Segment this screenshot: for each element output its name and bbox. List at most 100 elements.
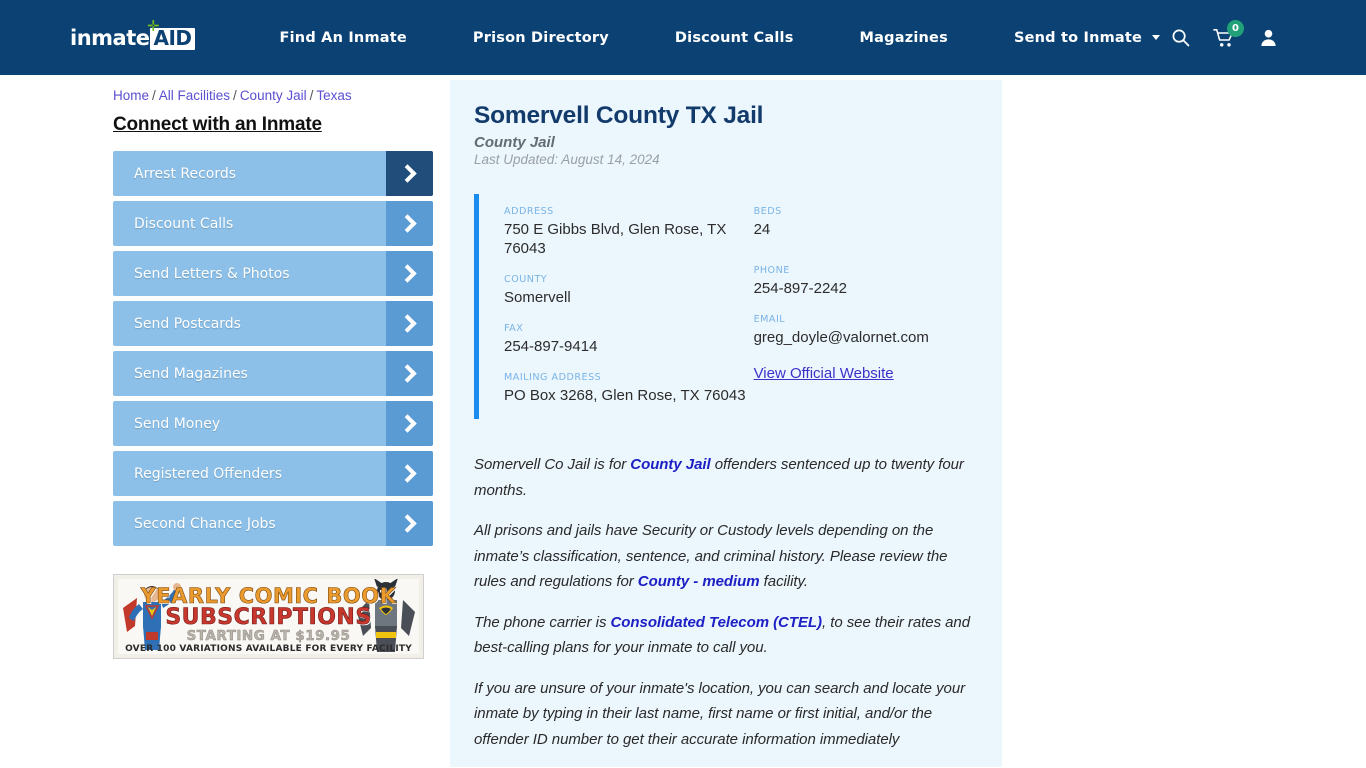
info-row-fax: FAX 254-897-9414 — [504, 323, 754, 356]
nav-item-prison-directory[interactable]: Prison Directory — [440, 30, 642, 46]
info-label: ADDRESS — [504, 206, 554, 217]
info-row-email: EMAIL greg_doyle@valornet.com — [754, 314, 978, 347]
facility-type-label: County Jail — [474, 134, 555, 151]
info-row-phone: PHONE 254-897-2242 — [754, 265, 978, 298]
nav-label: Magazines — [859, 29, 948, 46]
chevron-right-icon — [386, 451, 433, 496]
para-text: The phone carrier is — [474, 613, 611, 631]
nav-label: Discount Calls — [674, 29, 794, 46]
sidebar-item-registered-offenders[interactable]: Registered Offenders — [113, 451, 433, 496]
description-paragraph-2: All prisons and jails have Security or C… — [474, 518, 978, 595]
main-navigation: Find An Inmate Prison Directory Discount… — [247, 30, 1177, 46]
site-header: inmate AID ✛ Find An Inmate Prison Direc… — [0, 0, 1366, 75]
breadcrumb-item-county-jail[interactable]: County Jail — [240, 88, 307, 103]
phone-carrier-link[interactable]: Consolidated Telecom (CTEL) — [611, 614, 823, 631]
nav-label: Find An Inmate — [279, 29, 407, 46]
sidebar-item-label: Send Postcards — [134, 315, 241, 332]
facility-info-column-left: ADDRESS 750 E Gibbs Blvd, Glen Rose, TX … — [504, 206, 754, 405]
info-value: 750 E Gibbs Blvd, Glen Rose, TX 76043 — [504, 221, 727, 257]
para-text: If you are unsure of your inmate's locat… — [474, 679, 966, 748]
chevron-right-icon — [386, 501, 433, 546]
breadcrumb-separator: / — [152, 88, 156, 103]
sidebar-item-send-postcards[interactable]: Send Postcards — [113, 301, 433, 346]
sidebar: Home / All Facilities / County Jail / Texas Co… — [0, 80, 433, 767]
nav-label: Prison Directory — [472, 29, 609, 46]
sidebar-item-send-magazines[interactable]: Send Magazines — [113, 351, 433, 396]
page-title: Somervell County TX Jail — [474, 102, 764, 129]
info-value: 254-897-9414 — [504, 338, 598, 355]
ad-line-2: SUBSCRIPTIONS — [165, 605, 372, 631]
last-updated-text: Last Updated: August 14, 2024 — [474, 152, 660, 167]
info-row-official-website: View Official Website — [754, 363, 978, 383]
header-icon-group: 0 — [1158, 18, 1290, 58]
nav-item-discount-calls[interactable]: Discount Calls — [642, 30, 827, 46]
para-text: Somervell Co Jail is for — [474, 456, 631, 473]
sidebar-heading: Connect with an Inmate — [113, 114, 322, 135]
info-label: EMAIL — [753, 314, 786, 325]
sidebar-item-label: Send Magazines — [134, 365, 248, 382]
description-paragraph-3: The phone carrier is Consolidated Teleco… — [474, 610, 978, 661]
chevron-right-icon — [386, 301, 433, 346]
info-label: FAX — [504, 323, 524, 334]
description-paragraph-1: Somervell Co Jail is for County Jail off… — [474, 452, 978, 503]
user-icon[interactable] — [1246, 18, 1290, 58]
sidebar-item-label: Second Chance Jobs — [134, 515, 276, 532]
info-row-county: COUNTY Somervell — [504, 274, 754, 307]
info-label: BEDS — [753, 206, 782, 217]
chevron-right-icon — [386, 351, 433, 396]
breadcrumb-item-home[interactable]: Home — [113, 88, 149, 103]
sidebar-item-label: Send Money — [134, 415, 221, 432]
logo-plus-icon: ✛ — [147, 16, 160, 35]
sidebar-item-send-money[interactable]: Send Money — [113, 401, 433, 446]
page-body: Home / All Facilities / County Jail / Texas Co… — [0, 75, 1366, 767]
para-text: facility. — [759, 573, 808, 590]
info-row-beds: BEDS 24 — [754, 206, 978, 239]
info-value: greg_doyle@valornet.com — [753, 329, 929, 346]
comic-book-subscription-ad[interactable]: YEARLY COMIC BOOK SUBSCRIPTIONS STARTING… — [113, 574, 424, 659]
breadcrumb-item-texas[interactable]: Texas — [316, 88, 351, 103]
sidebar-item-label: Send Letters & Photos — [134, 265, 290, 282]
facility-detail-panel: Somervell County TX Jail County Jail Las… — [450, 80, 1002, 767]
facility-info-column-right: BEDS 24 PHONE 254-897-2242 EMAIL greg_do… — [754, 206, 978, 405]
chevron-right-icon — [386, 401, 433, 446]
county-medium-link[interactable]: County - medium — [638, 573, 760, 590]
info-label: COUNTY — [504, 274, 548, 285]
nav-item-send-to-inmate[interactable]: Send to Inmate — [981, 30, 1176, 46]
info-label: PHONE — [753, 265, 790, 276]
cart-count-badge: 0 — [1227, 19, 1244, 37]
cart-icon[interactable]: 0 — [1202, 18, 1246, 58]
breadcrumb-separator: / — [233, 88, 237, 103]
logo-text-inmate: inmate — [70, 25, 150, 50]
ad-line-4: OVER 100 VARIATIONS AVAILABLE FOR EVERY … — [125, 644, 412, 654]
info-value: 254-897-2242 — [753, 280, 847, 297]
nav-item-find-an-inmate[interactable]: Find An Inmate — [247, 30, 440, 46]
facility-description: Somervell Co Jail is for County Jail off… — [450, 452, 1002, 752]
sidebar-item-discount-calls[interactable]: Discount Calls — [113, 201, 433, 246]
site-logo[interactable]: inmate AID ✛ — [70, 18, 195, 53]
chevron-right-icon — [386, 151, 433, 196]
info-value: PO Box 3268, Glen Rose, TX 76043 — [504, 387, 746, 404]
sidebar-item-label: Registered Offenders — [134, 465, 282, 482]
view-official-website-link[interactable]: View Official Website — [754, 365, 894, 382]
ad-line-3: STARTING AT $19.95 — [186, 628, 351, 645]
description-paragraph-4: If you are unsure of your inmate's locat… — [474, 676, 978, 753]
county-jail-link[interactable]: County Jail — [630, 456, 710, 473]
breadcrumb: Home / All Facilities / County Jail / Texas — [113, 88, 420, 103]
chevron-right-icon — [386, 251, 433, 296]
info-label: MAILING ADDRESS — [504, 372, 602, 383]
nav-item-magazines[interactable]: Magazines — [827, 30, 981, 46]
info-value: Somervell — [504, 289, 571, 306]
sidebar-item-label: Discount Calls — [134, 215, 234, 232]
sidebar-item-label: Arrest Records — [134, 165, 237, 182]
facility-info-block: ADDRESS 750 E Gibbs Blvd, Glen Rose, TX … — [474, 194, 978, 419]
sidebar-item-send-letters-photos[interactable]: Send Letters & Photos — [113, 251, 433, 296]
chevron-right-icon — [386, 201, 433, 246]
breadcrumb-item-all-facilities[interactable]: All Facilities — [159, 88, 230, 103]
sidebar-item-second-chance-jobs[interactable]: Second Chance Jobs — [113, 501, 433, 546]
info-row-address: ADDRESS 750 E Gibbs Blvd, Glen Rose, TX … — [504, 206, 754, 258]
breadcrumb-separator: / — [309, 88, 314, 103]
sidebar-item-arrest-records[interactable]: Arrest Records — [113, 151, 433, 196]
search-icon[interactable] — [1158, 18, 1202, 58]
nav-label: Send to Inmate — [1013, 29, 1143, 46]
info-value: 24 — [753, 221, 771, 238]
